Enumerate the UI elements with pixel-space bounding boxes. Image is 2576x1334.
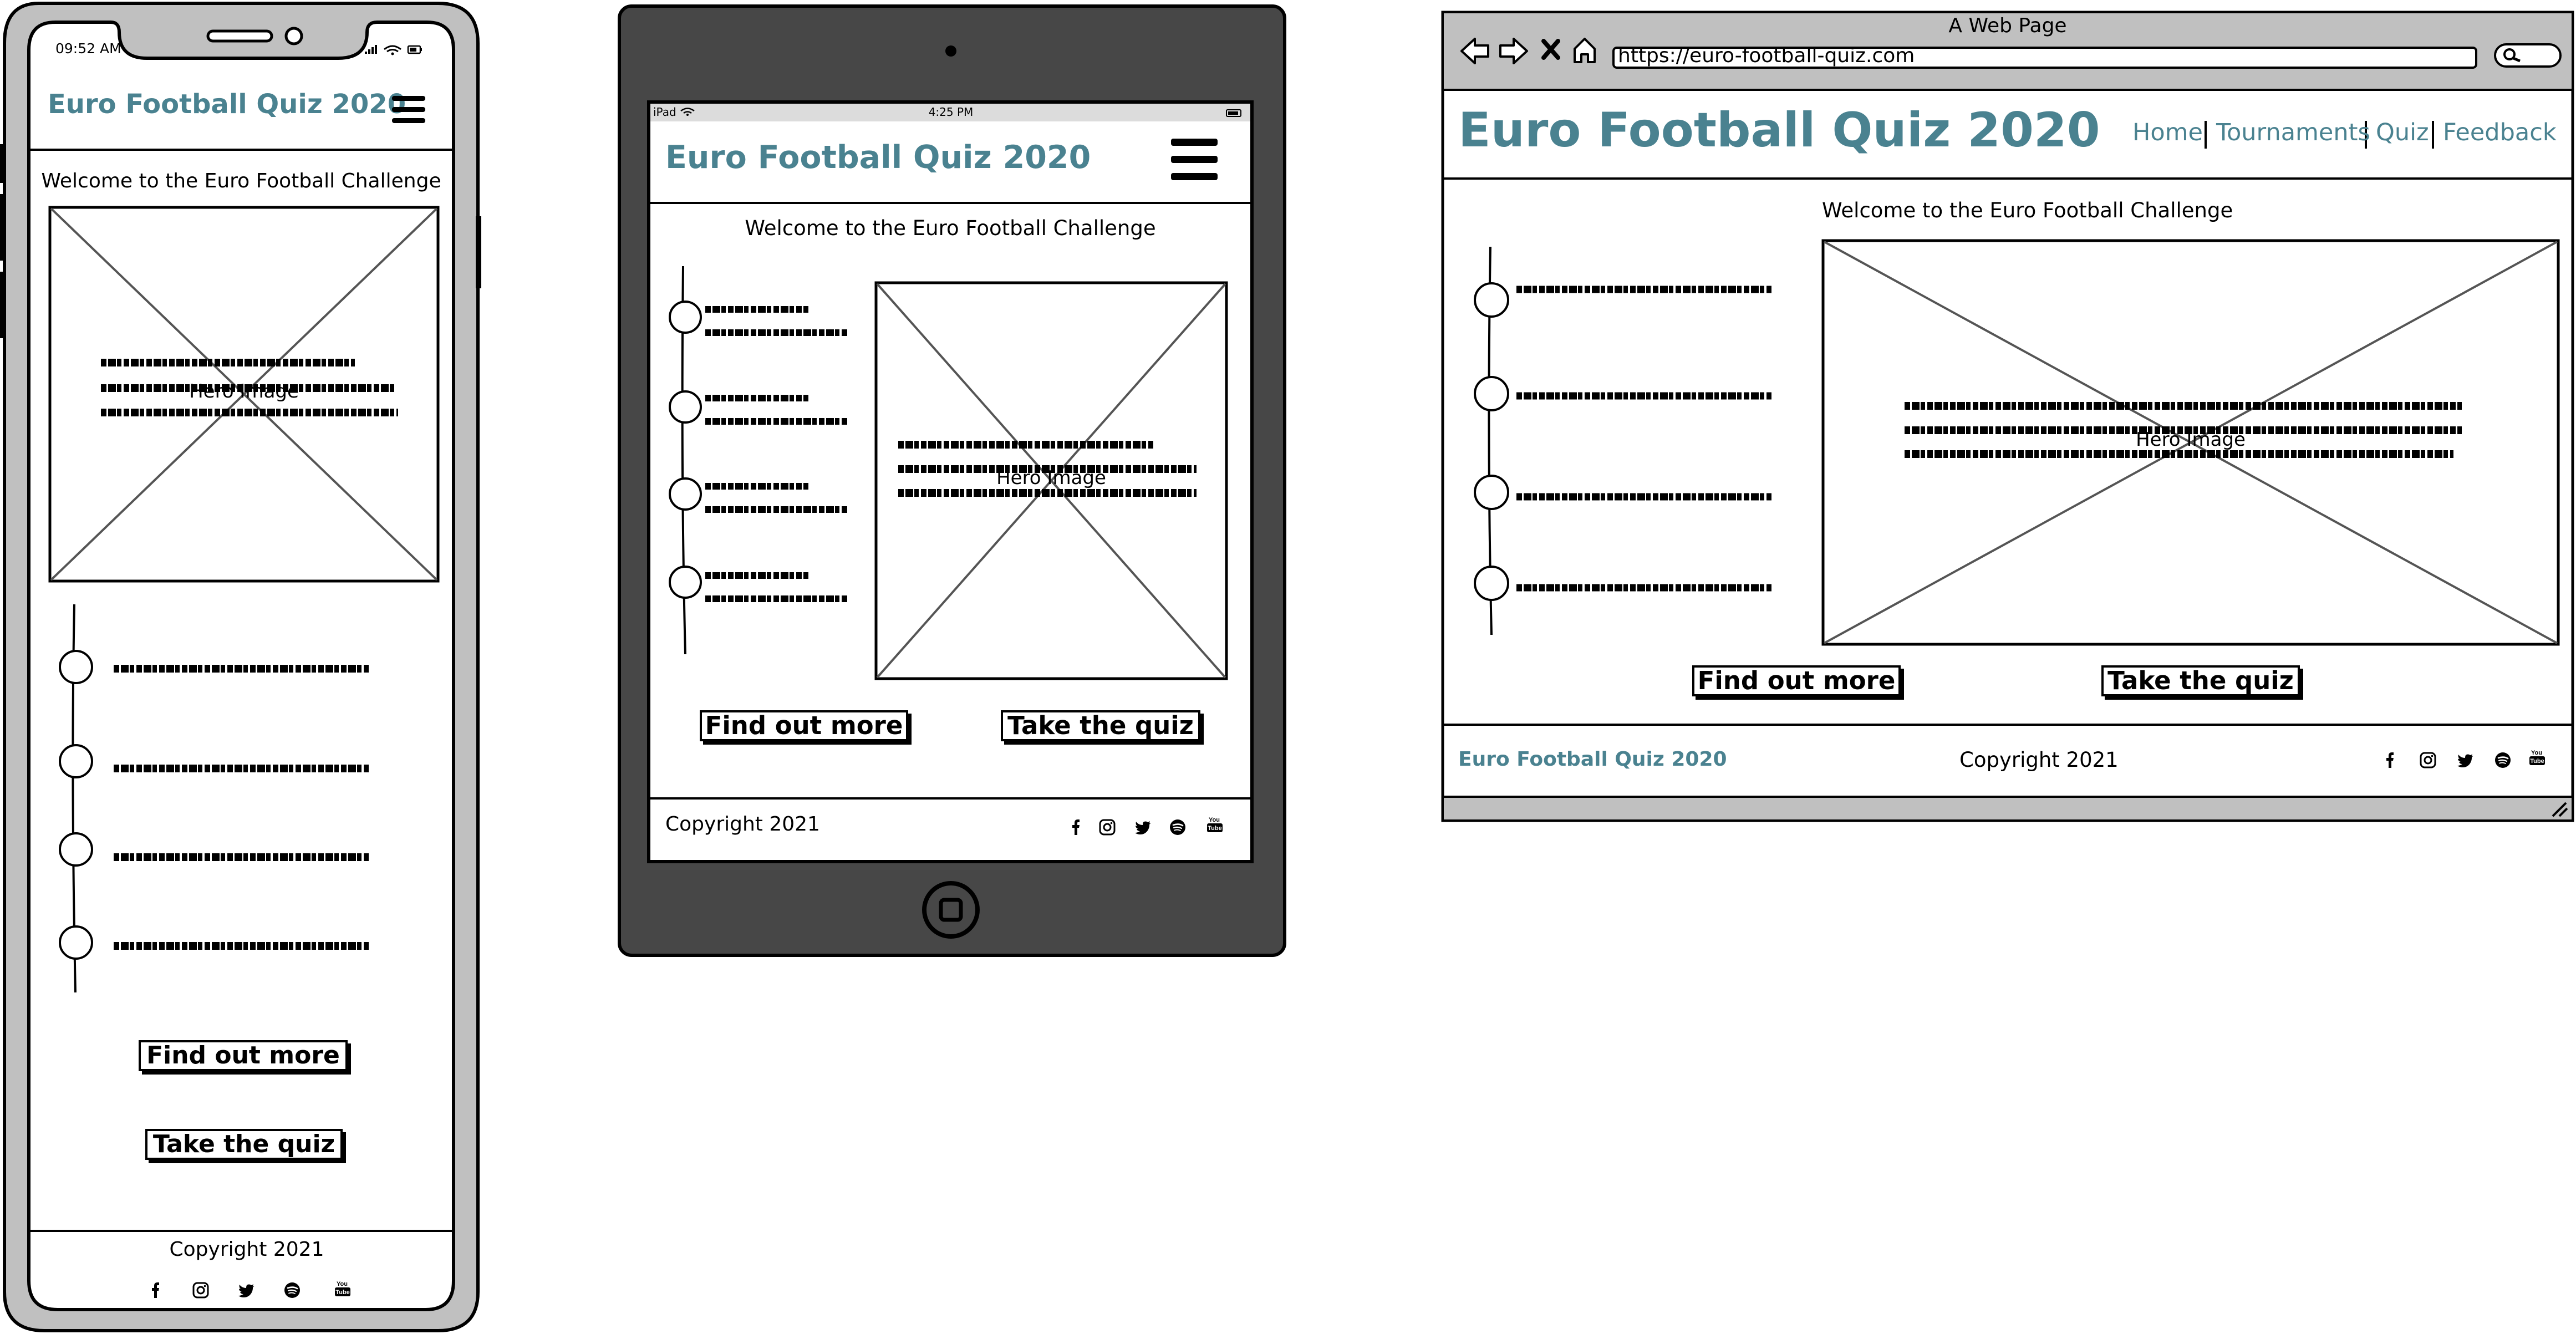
spotify-icon[interactable]	[2494, 751, 2512, 769]
browser-hero-label: Hero Image	[2136, 429, 2246, 451]
phone-welcome-text: Welcome to the Euro Football Challenge	[41, 170, 441, 192]
phone-status-time: 09:52 AM	[55, 40, 121, 57]
tablet-welcome-text: Welcome to the Euro Football Challenge	[745, 216, 1156, 240]
phone-take-quiz-button[interactable]: Take the quiz	[145, 1129, 343, 1160]
browser-take-quiz-button[interactable]: Take the quiz	[2101, 665, 2300, 696]
tablet-find-out-more-button[interactable]: Find out more	[700, 710, 908, 741]
spotify-icon[interactable]	[283, 1281, 301, 1299]
tablet-take-quiz-button[interactable]: Take the quiz	[1001, 710, 1200, 741]
spotify-icon[interactable]	[1169, 818, 1187, 836]
phone-find-out-more-button[interactable]: Find out more	[139, 1040, 348, 1071]
tablet-copyright: Copyright 2021	[665, 813, 820, 836]
browser-brand[interactable]: Euro Football Quiz 2020	[1458, 103, 2100, 158]
phone-copyright: Copyright 2021	[169, 1238, 324, 1261]
tablet-hero-label: Hero Image	[996, 467, 1106, 489]
browser-window-title: A Web Page	[1948, 14, 2067, 37]
browser-copyright: Copyright 2021	[1959, 748, 2119, 772]
tablet-status-device: iPad	[653, 105, 676, 119]
hamburger-menu-icon[interactable]	[392, 96, 425, 124]
nav-link-home[interactable]: Home	[2132, 119, 2203, 146]
tablet-brand[interactable]: Euro Football Quiz 2020	[665, 139, 1091, 176]
nav-link-feedback[interactable]: Feedback	[2443, 119, 2557, 146]
browser-find-out-more-button[interactable]: Find out more	[1692, 665, 1901, 696]
nav-link-quiz[interactable]: Quiz	[2376, 119, 2429, 146]
phone-hero-label: Hero Image	[189, 380, 299, 403]
phone-brand[interactable]: Euro Football Quiz 2020	[48, 89, 406, 120]
browser-footer-brand[interactable]: Euro Football Quiz 2020	[1458, 748, 1727, 771]
nav-link-tournaments[interactable]: Tournaments	[2216, 119, 2370, 146]
browser-url-input[interactable]: https://euro-football-quiz.com	[1618, 44, 1915, 67]
browser-welcome-text: Welcome to the Euro Football Challenge	[1822, 198, 2233, 222]
tablet-status-time: 4:25 PM	[928, 105, 974, 119]
hamburger-menu-icon[interactable]	[1171, 139, 1218, 181]
